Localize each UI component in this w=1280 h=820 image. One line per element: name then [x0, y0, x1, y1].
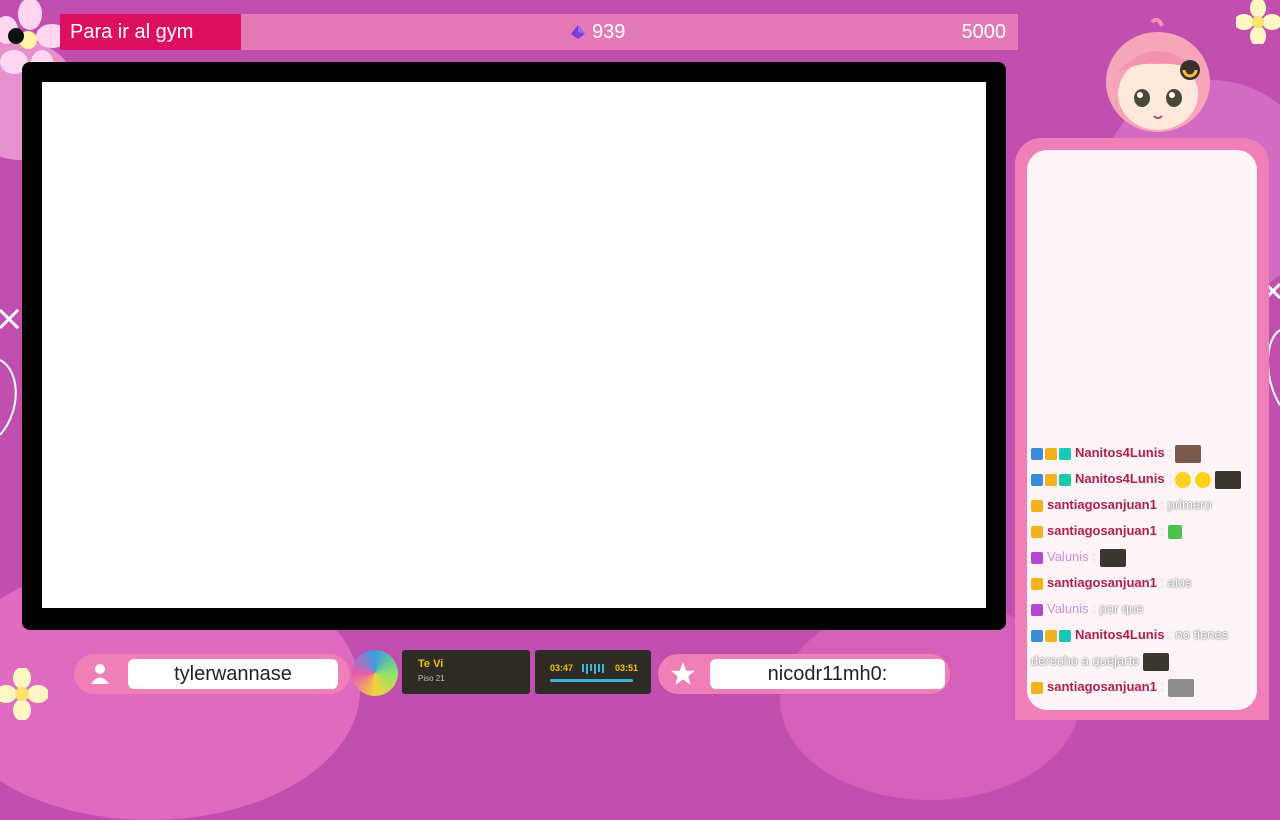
chat-username[interactable]: Nanitos4Lunis	[1075, 471, 1165, 486]
emote-icon	[1175, 471, 1192, 488]
chat-message: Valunis : por que	[1031, 596, 1255, 622]
emote-icon	[1214, 470, 1241, 489]
chat-badges	[1031, 577, 1043, 590]
badge-icon	[1045, 473, 1057, 486]
chat-badges	[1031, 629, 1071, 642]
badge-icon	[1031, 603, 1043, 616]
chat-badges	[1031, 551, 1043, 564]
chat-text: aios	[1167, 575, 1192, 590]
chat-text: primero	[1167, 497, 1212, 512]
badge-icon	[1031, 629, 1043, 642]
badge-icon	[1059, 447, 1071, 460]
star-icon	[671, 662, 695, 685]
latest-subscriber-widget: nicodr11mh0:	[658, 654, 950, 694]
chat-username[interactable]: Nanitos4Lunis	[1075, 627, 1165, 642]
badge-icon	[1059, 629, 1071, 642]
latest-follower-name: tylerwannase	[128, 659, 338, 689]
latest-follower-widget: tylerwannase	[74, 654, 350, 694]
emote-icon	[1167, 678, 1194, 697]
chat-box[interactable]: Nanitos4Lunis : Nanitos4Lunis : santiago…	[1027, 150, 1257, 710]
song-title: Te Vi	[418, 658, 444, 670]
bits-gem-icon	[571, 25, 585, 39]
chat-username[interactable]: santiagosanjuan1	[1047, 679, 1157, 694]
badge-icon	[1031, 577, 1043, 590]
chat-separator: :	[1088, 601, 1100, 616]
now-playing-widget: Te Vi Piso 21	[402, 650, 530, 694]
chat-separator: :	[1164, 445, 1176, 460]
chat-separator: :	[1164, 471, 1176, 486]
chat-message: santiagosanjuan1 :	[1031, 674, 1255, 700]
chat-separator: :	[1156, 497, 1168, 512]
chat-message: santiagosanjuan1 :	[1031, 518, 1255, 544]
badge-icon	[1031, 551, 1043, 564]
latest-subscriber-name: nicodr11mh0:	[710, 659, 945, 689]
chat-badges	[1031, 525, 1043, 538]
emote-icon	[1099, 548, 1126, 567]
camera-screen	[42, 82, 986, 608]
playback-widget: 03:47 03:51	[535, 650, 651, 694]
user-icon	[91, 664, 109, 684]
black-dot	[8, 28, 24, 44]
duration-time: 03:51	[615, 663, 639, 673]
elapsed-time: 03:47	[550, 663, 574, 673]
chat-message: Valunis :	[1031, 544, 1255, 570]
chat-separator: :	[1156, 575, 1168, 590]
badge-icon	[1031, 499, 1043, 512]
chat-badges	[1031, 473, 1071, 486]
flower-decoration	[1236, 0, 1280, 44]
avatar-character	[1106, 18, 1210, 132]
chat-username[interactable]: Valunis	[1047, 549, 1089, 564]
flower-decoration	[0, 668, 48, 720]
goal-target: 5000	[961, 21, 1007, 43]
chat-message: Nanitos4Lunis :	[1031, 440, 1255, 466]
chat-separator: :	[1156, 523, 1168, 538]
chat-username[interactable]: Valunis	[1047, 601, 1089, 616]
chat-panel: Nanitos4Lunis : Nanitos4Lunis : santiago…	[1015, 138, 1269, 720]
equalizer-icon	[582, 664, 604, 674]
chat-message: santiagosanjuan1 : aios	[1031, 570, 1255, 596]
progress-bar	[550, 679, 633, 682]
song-artist: Piso 21	[418, 674, 445, 683]
badge-icon	[1031, 525, 1043, 538]
goal-bar: Para ir al gym 939 5000	[60, 14, 1018, 50]
emote-icon	[1167, 524, 1182, 539]
emote-icon	[1175, 444, 1202, 463]
badge-icon	[1059, 473, 1071, 486]
emote-icon	[1195, 471, 1212, 488]
goal-title: Para ir al gym	[60, 14, 241, 50]
goal-current-value: 939	[592, 20, 626, 43]
chat-text: por que	[1099, 601, 1144, 616]
chat-badges	[1031, 499, 1043, 512]
chat-username[interactable]: Nanitos4Lunis	[1075, 445, 1165, 460]
chat-separator: :	[1156, 679, 1168, 694]
chat-badges	[1031, 681, 1043, 694]
chat-separator: :	[1164, 627, 1176, 642]
badge-icon	[1031, 447, 1043, 460]
album-art	[352, 650, 398, 696]
chat-badges	[1031, 603, 1043, 616]
chat-username[interactable]: santiagosanjuan1	[1047, 497, 1157, 512]
chat-message: Nanitos4Lunis : no tienes derecho a quej…	[1031, 622, 1255, 674]
camera-frame	[22, 62, 1006, 630]
chat-badges	[1031, 447, 1071, 460]
badge-icon	[1045, 447, 1057, 460]
chat-message-list: Nanitos4Lunis : Nanitos4Lunis : santiago…	[1031, 440, 1255, 700]
chat-message: santiagosanjuan1 : primero	[1031, 492, 1255, 518]
goal-current: 939	[570, 14, 625, 50]
chat-username[interactable]: santiagosanjuan1	[1047, 575, 1157, 590]
chat-message: Nanitos4Lunis :	[1031, 466, 1255, 492]
badge-icon	[1031, 681, 1043, 694]
emote-icon	[1143, 652, 1170, 671]
chat-separator: :	[1088, 549, 1100, 564]
badge-icon	[1031, 473, 1043, 486]
badge-icon	[1045, 629, 1057, 642]
chat-username[interactable]: santiagosanjuan1	[1047, 523, 1157, 538]
